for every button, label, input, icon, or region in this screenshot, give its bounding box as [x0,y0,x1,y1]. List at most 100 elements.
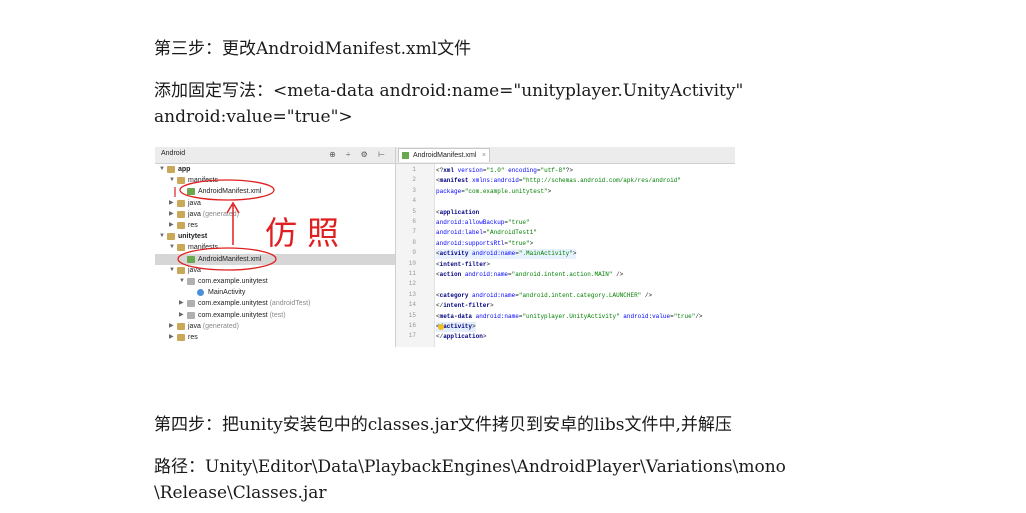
line-number: 16 [408,322,416,329]
code-line: android:label="AndroidTest1" [436,229,537,237]
line-number: 1 [412,166,416,173]
chevron-down-icon[interactable]: ▼ [169,175,175,186]
tree-item-label: java (generated) [188,210,239,218]
line-number: 13 [408,290,416,298]
chevron-right-icon[interactable]: ▶ [169,321,175,332]
module-icon [167,166,175,173]
code-line: <category android:name="android.intent.c… [436,291,653,299]
tree-item-label: AndroidManifest.xml [198,255,262,263]
module-icon [167,233,175,241]
line-number: 9 [412,249,416,257]
code-line: <intent-filter> [436,260,491,268]
annotation-text: 仿照 [265,214,350,252]
xml-icon [187,255,195,263]
tree-item-label: app [178,166,191,173]
path-line-2: \Release\Classes.jar [154,483,327,503]
tree-item-label: manifests [188,177,218,185]
line-number: 12 [408,280,416,288]
tree-item-suffix: (generated) [200,210,239,218]
line-number: 8 [412,238,416,246]
tree-item[interactable]: AndroidManifest.xml [155,253,395,265]
chevron-right-icon[interactable]: ▶ [179,298,185,309]
ide-screenshot: Android ⊕ ÷ ⚙ ⊢ ▼ app ▼ manifests AndroidMan… [155,147,735,347]
line-number: 5 [412,207,416,215]
chevron-right-icon[interactable]: ▶ [169,332,175,343]
code-line: </intent-filter> [436,302,494,310]
tree-item-label: unitytest [178,233,208,241]
tree-item[interactable]: ▶ com.example.unitytest (test) [155,310,395,321]
step4-heading: 第四步：把unity安装包中的classes.jar文件拷贝到安卓的libs文件… [154,415,732,435]
code-line: <action android:name="android.intent.act… [436,271,624,278]
chevron-right-icon[interactable]: ▶ [179,310,185,321]
line-number: 7 [412,228,416,236]
tab-androidmanifest[interactable]: AndroidManifest.xml × [398,148,490,162]
tree-item-label: java [188,199,201,207]
tree-item[interactable]: ▼ com.example.unitytest [155,276,395,287]
code-line: android:supportsRtl="true"> [436,239,534,247]
tree-item-label: res [188,222,198,229]
line-number: 6 [412,218,416,225]
line-number: 15 [408,311,416,319]
tree-item-label: manifests [188,244,218,252]
editor-panel: AndroidManifest.xml × 1 2 3 4 5 6 7 8 9 10 11 12 13 1… [396,147,735,347]
project-tools[interactable]: ⊕ ÷ ⚙ ⊢ [329,150,389,159]
tree-item-label: com.example.unitytest (test) [198,311,286,319]
close-icon[interactable]: × [482,149,486,163]
line-number: 14 [408,301,416,309]
folder-icon [177,222,185,229]
code-line: </application> [436,333,487,341]
tree-item[interactable]: ▼ app [155,164,395,175]
tree-item-suffix: (test) [267,311,286,319]
tree-item[interactable]: ▶ res [155,332,395,343]
tree-item-suffix: (generated) [200,322,239,330]
chevron-right-icon[interactable]: ▶ [169,209,175,220]
tree-item-label: MainActivity [208,289,246,297]
chevron-down-icon[interactable]: ▼ [159,231,165,242]
path-line-1: 路径：Unity\Editor\Data\PlaybackEngines\And… [154,457,786,477]
tree-item-label: com.example.unitytest [198,278,268,285]
chevron-down-icon[interactable]: ▼ [169,265,175,276]
tree-item[interactable]: ▶ com.example.unitytest (androidTest) [155,298,395,309]
project-toolbar: Android ⊕ ÷ ⚙ ⊢ [155,147,395,164]
code-line: <manifest xmlns:android="http://schemas.… [436,177,681,185]
folder-icon [177,244,185,252]
pkg-icon [187,278,195,285]
tree-item[interactable]: AndroidManifest.xml [155,186,395,197]
line-number: 2 [412,176,416,184]
line-number: 17 [408,332,416,340]
folder-icon [177,266,185,274]
tree-item[interactable]: ▶ java [155,198,395,209]
code-line: android:allowBackup="true" [436,219,530,226]
tree-item[interactable]: ▼ java [155,265,395,276]
add-code-line-2: android:value="true"> [154,107,353,127]
chevron-right-icon[interactable]: ▶ [169,198,175,209]
chevron-right-icon[interactable]: ▶ [169,220,175,231]
project-view-selector[interactable]: Android [161,150,185,157]
code-line: package="com.example.unitytest"> [436,187,552,195]
folder-icon [177,322,185,330]
tree-item[interactable]: MainActivity [155,287,395,298]
folder-icon [177,199,185,207]
code-line: <activity android:name=".MainActivity"> [436,249,577,260]
folder-icon [177,334,185,341]
xml-icon [187,188,195,196]
lightbulb-icon[interactable] [438,324,444,330]
line-number: 4 [412,197,416,205]
tree-item[interactable]: ▶ java (generated) [155,321,395,332]
tree-item[interactable]: ▼ manifests [155,175,395,186]
tree-item-suffix: (androidTest) [267,300,311,308]
step3-heading: 第三步：更改AndroidManifest.xml文件 [154,39,472,59]
class-icon [197,289,204,297]
chevron-down-icon[interactable]: ▼ [179,276,185,287]
line-number: 3 [412,186,416,194]
tree-item-label: res [188,334,198,341]
pkg-icon [187,300,195,308]
code-line: <?xml version="1.0" encoding="utf-8"?> [436,167,573,174]
folder-icon [177,210,185,218]
chevron-down-icon[interactable]: ▼ [169,242,175,253]
tab-label: AndroidManifest.xml [413,152,477,159]
line-number: 11 [408,270,416,277]
xml-file-icon [402,152,409,159]
code-line: <meta-data android:name="unityplayer.Uni… [436,312,703,320]
chevron-down-icon[interactable]: ▼ [159,164,165,175]
